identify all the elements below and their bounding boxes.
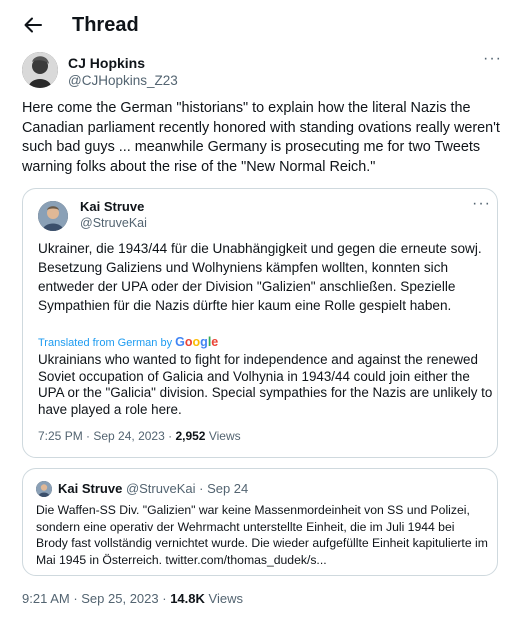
- original-german-text: Ukrainer, die 1943/44 für die Unabhängig…: [38, 241, 482, 313]
- embedded-tweet-card[interactable]: Kai Struve @StruveKai ··· Ukrainer, die …: [22, 188, 498, 458]
- tweet-text: Here come the German "historians" to exp…: [22, 100, 500, 175]
- quoted-tweet-card[interactable]: Kai Struve @StruveKai · Sep 24 Die Waffe…: [22, 468, 498, 576]
- quoted-author-handle: @StruveKai: [125, 481, 196, 496]
- translated-text: Ukrainians who wanted to fight for indep…: [38, 352, 493, 417]
- tweet-time[interactable]: 9:21 AM: [22, 591, 70, 606]
- google-logo: Google: [175, 335, 219, 349]
- tweet-date[interactable]: Sep 25, 2023: [81, 591, 158, 606]
- author-name[interactable]: CJ Hopkins: [68, 55, 145, 71]
- tweet-views-label: Views: [208, 591, 243, 606]
- avatar[interactable]: [38, 201, 68, 231]
- quoted-author-name: Kai Struve: [58, 481, 123, 496]
- quoted-header: Kai Struve @StruveKai · Sep 24: [58, 481, 249, 496]
- thread-header: Thread: [0, 0, 520, 52]
- embedded-views-count: 2,952: [175, 429, 206, 443]
- embedded-meta: 7:25 PM · Sep 24, 2023 · 2,952 Views: [38, 429, 241, 443]
- translation-attribution: Translated from German by Google: [38, 335, 218, 349]
- page-title: Thread: [72, 14, 139, 36]
- author-handle[interactable]: @CJHopkins_Z23: [68, 73, 178, 88]
- tweet-views-count: 14.8K: [170, 591, 205, 606]
- embedded-time[interactable]: 7:25 PM: [38, 429, 83, 443]
- avatar[interactable]: [22, 52, 58, 88]
- embedded-author-name[interactable]: Kai Struve: [80, 199, 144, 214]
- embedded-views-label: Views: [208, 429, 241, 443]
- tweet-meta: 9:21 AM · Sep 25, 2023 · 14.8K Views: [22, 591, 243, 606]
- quoted-date: Sep 24: [207, 481, 249, 496]
- quoted-text: Die Waffen-SS Div. "Galizien" war keine …: [36, 503, 488, 567]
- embedded-author-handle[interactable]: @StruveKai: [80, 216, 147, 230]
- more-icon[interactable]: ···: [483, 50, 502, 68]
- translation-label: Translated from German by: [38, 337, 173, 349]
- arrow-left-icon[interactable]: [22, 14, 44, 36]
- more-icon[interactable]: ···: [472, 195, 491, 213]
- avatar: [36, 481, 52, 497]
- embedded-date[interactable]: Sep 24, 2023: [93, 429, 164, 443]
